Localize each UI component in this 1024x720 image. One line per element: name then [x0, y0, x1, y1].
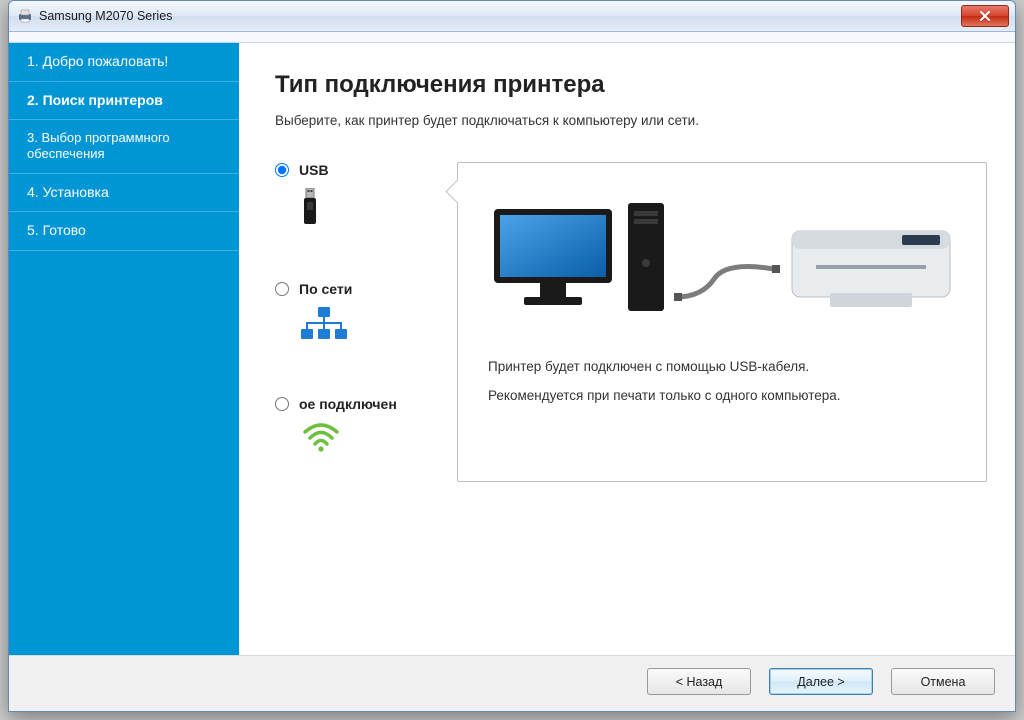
- wizard-footer: < Назад Далее > Отмена: [9, 655, 1015, 711]
- window-title: Samsung M2070 Series: [39, 9, 961, 23]
- option-usb-label: USB: [299, 162, 329, 178]
- option-network-label: По сети: [299, 281, 352, 297]
- usb-cable-icon: [674, 257, 780, 313]
- description-panel: Принтер будет подключен с помощью USB-ка…: [457, 162, 987, 482]
- wifi-icon: [301, 422, 433, 457]
- step-label: 3. Выбор программного обеспечения: [27, 130, 170, 161]
- sidebar-step-welcome[interactable]: 1. Добро пожаловать!: [9, 43, 239, 82]
- radio-wireless[interactable]: [275, 397, 289, 411]
- panel-notch: [445, 179, 469, 203]
- sidebar-step-install[interactable]: 4. Установка: [9, 174, 239, 213]
- step-label: 4. Установка: [27, 184, 109, 200]
- close-button[interactable]: [961, 5, 1009, 27]
- radio-network[interactable]: [275, 282, 289, 296]
- sidebar-step-software[interactable]: 3. Выбор программного обеспечения: [9, 120, 239, 174]
- description-text: Принтер будет подключен с помощью USB-ка…: [488, 359, 956, 403]
- connection-options: USB: [275, 162, 433, 482]
- printer-icon: [786, 209, 956, 313]
- step-label: 1. Добро пожаловать!: [27, 53, 168, 69]
- installer-window: Samsung M2070 Series 1. Добро пожаловать…: [8, 0, 1016, 712]
- network-icon: [301, 307, 433, 346]
- cancel-button[interactable]: Отмена: [891, 668, 995, 695]
- option-wireless-label: ое подключен: [299, 396, 397, 412]
- main-pane: Тип подключения принтера Выберите, как п…: [239, 43, 1015, 655]
- step-label: 5. Готово: [27, 222, 86, 238]
- option-wireless[interactable]: ое подключен: [275, 396, 433, 457]
- desc-line-1: Принтер будет подключен с помощью USB-ка…: [488, 359, 956, 374]
- titlebar: Samsung M2070 Series: [9, 1, 1015, 32]
- page-subtitle: Выберите, как принтер будет подключаться…: [275, 113, 987, 128]
- desc-line-2: Рекомендуется при печати только с одного…: [488, 388, 956, 403]
- connection-illustration: [488, 201, 956, 313]
- connection-area: USB: [275, 162, 987, 482]
- computer-tower-icon: [624, 201, 668, 313]
- page-heading: Тип подключения принтера: [275, 71, 987, 99]
- option-usb[interactable]: USB: [275, 162, 433, 231]
- sidebar-step-search[interactable]: 2. Поиск принтеров: [9, 82, 239, 121]
- printer-app-icon: [17, 8, 33, 24]
- toolbar-strip: [9, 32, 1015, 43]
- steps-sidebar: 1. Добро пожаловать! 2. Поиск принтеров …: [9, 43, 239, 655]
- usb-stick-icon: [301, 188, 433, 231]
- back-button[interactable]: < Назад: [647, 668, 751, 695]
- radio-usb[interactable]: [275, 163, 289, 177]
- monitor-icon: [488, 203, 618, 313]
- option-network[interactable]: По сети: [275, 281, 433, 346]
- step-label: 2. Поиск принтеров: [27, 92, 163, 108]
- sidebar-step-done[interactable]: 5. Готово: [9, 212, 239, 251]
- next-button[interactable]: Далее >: [769, 668, 873, 695]
